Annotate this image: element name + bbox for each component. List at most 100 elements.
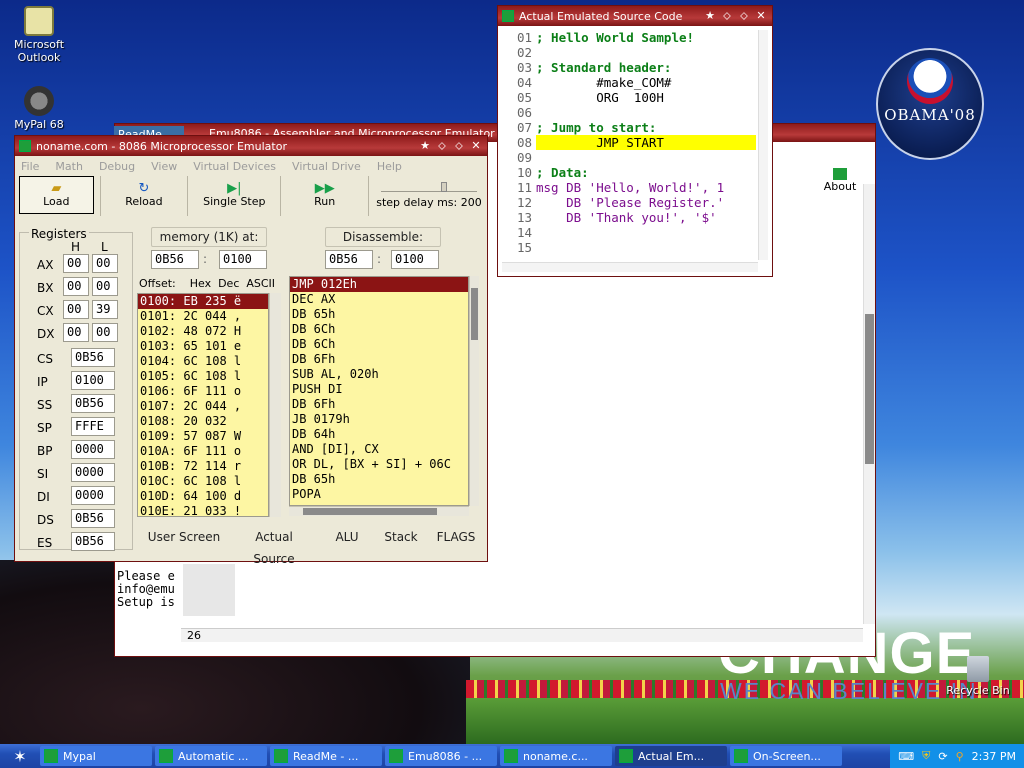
register-es-field[interactable]: 0B56	[71, 532, 115, 551]
close-icon[interactable]: ✕	[469, 139, 483, 153]
register-ss-field[interactable]: 0B56	[71, 394, 115, 413]
minimize-icon[interactable]: ⬦	[720, 9, 734, 23]
disassembly-row[interactable]: JB 0179h	[290, 412, 468, 427]
memory-row[interactable]: 010A: 6F 111 o	[138, 444, 268, 459]
disassembly-list[interactable]: JMP 012Eh DEC AX DB 65h DB 6Ch DB 6Ch DB 6Fh S…	[289, 276, 469, 506]
pin-icon[interactable]: ★	[703, 9, 717, 23]
reload-button[interactable]: ↻ Reload	[107, 176, 182, 214]
load-button[interactable]: ▰ Load	[19, 176, 94, 214]
register-bh-field[interactable]: 00	[63, 277, 89, 296]
minimize-icon[interactable]: ⬦	[435, 139, 449, 153]
register-ip-field[interactable]: 0100	[71, 371, 115, 390]
disassembly-row[interactable]: PUSH DI	[290, 382, 468, 397]
close-icon[interactable]: ✕	[754, 9, 768, 23]
emulator-titlebar[interactable]: noname.com - 8086 Microprocessor Emulato…	[15, 136, 487, 156]
security-shield-icon[interactable]: ⛨	[922, 749, 930, 763]
disassembly-row[interactable]: DB 64h	[290, 427, 468, 442]
memory-segment-input[interactable]: 0B56	[151, 250, 199, 269]
memory-row[interactable]: 010E: 21 033 !	[138, 504, 268, 516]
step-delay-slider[interactable]	[380, 180, 478, 192]
menu-math[interactable]: Math	[55, 160, 83, 173]
memory-row[interactable]: 0107: 2C 044 ,	[138, 399, 268, 414]
memory-row[interactable]: 010D: 64 100 d	[138, 489, 268, 504]
alu-button[interactable]: ALU	[327, 526, 367, 550]
user-screen-button[interactable]: User Screen	[147, 526, 221, 550]
disassembly-hscrollbar[interactable]	[289, 506, 469, 516]
network-icon[interactable]: ⟳	[938, 750, 947, 763]
register-al-field[interactable]: 00	[92, 254, 118, 273]
register-sp-field[interactable]: FFFE	[71, 417, 115, 436]
search-icon[interactable]: ⚲	[956, 750, 964, 763]
start-button[interactable]: ✶	[0, 744, 40, 768]
menu-debug[interactable]: Debug	[99, 160, 135, 173]
register-ch-field[interactable]: 00	[63, 300, 89, 319]
disassembly-row[interactable]: AND [DI], CX	[290, 442, 468, 457]
disassembly-row[interactable]: DB 6Fh	[290, 352, 468, 367]
single-step-button[interactable]: ▶| Single Step	[194, 176, 274, 214]
disassembly-row[interactable]: OR DL, [BX + SI] + 06C	[290, 457, 468, 472]
source-titlebar[interactable]: Actual Emulated Source Code ★ ⬦ ⬦ ✕	[498, 6, 772, 26]
flags-button[interactable]: FLAGS	[433, 526, 479, 550]
register-ds-field[interactable]: 0B56	[71, 509, 115, 528]
menu-view[interactable]: View	[151, 160, 177, 173]
memory-row[interactable]: 0104: 6C 108 l	[138, 354, 268, 369]
slider-thumb[interactable]	[440, 182, 447, 192]
memory-offset-input[interactable]: 0100	[219, 250, 267, 269]
stack-button[interactable]: Stack	[379, 526, 423, 550]
disasm-offset-input[interactable]: 0100	[391, 250, 439, 269]
keyboard-icon[interactable]: ⌨	[898, 750, 914, 763]
disassembly-row[interactable]: POPA	[290, 487, 468, 502]
memory-scrollbar[interactable]	[269, 293, 281, 517]
menu-help[interactable]: Help	[377, 160, 402, 173]
taskbar-item[interactable]: On-Screen...	[730, 746, 842, 766]
taskbar-item[interactable]: Mypal	[40, 746, 152, 766]
register-si-field[interactable]: 0000	[71, 463, 115, 482]
disassembly-row[interactable]: SUB AL, 020h	[290, 367, 468, 382]
desktop-icon-recycle-bin[interactable]: Recycle Bin	[940, 656, 1016, 697]
hscroll-thumb[interactable]	[303, 508, 437, 515]
memory-row[interactable]: 0101: 2C 044 ,	[138, 309, 268, 324]
source-code-view[interactable]: 01 ; Hello World Sample! 02 03 ; Standard he…	[502, 30, 756, 262]
about-button[interactable]: About	[815, 168, 865, 193]
step-delay-control[interactable]: step delay ms: 200	[375, 176, 483, 216]
menu-virtual-devices[interactable]: Virtual Devices	[193, 160, 276, 173]
taskbar-item[interactable]: Emu8086 - ...	[385, 746, 497, 766]
register-dh-field[interactable]: 00	[63, 323, 89, 342]
taskbar-item[interactable]: Automatic ...	[155, 746, 267, 766]
disassembly-row[interactable]: DB 6Fh	[290, 397, 468, 412]
register-cs-field[interactable]: 0B56	[71, 348, 115, 367]
memory-row[interactable]: 0103: 65 101 e	[138, 339, 268, 354]
source-vscrollbar[interactable]	[758, 30, 768, 260]
memory-row[interactable]: 010B: 72 114 r	[138, 459, 268, 474]
register-dl-field[interactable]: 00	[92, 323, 118, 342]
disassembly-scrollbar[interactable]	[469, 276, 479, 506]
disassembly-row[interactable]: DB 65h	[290, 472, 468, 487]
disassembly-row[interactable]: JMP 012Eh	[290, 277, 468, 292]
run-button[interactable]: ▶▶ Run	[287, 176, 362, 214]
memory-row[interactable]: 0108: 20 032	[138, 414, 268, 429]
actual-source-button[interactable]: Actual Source	[233, 526, 315, 566]
taskbar-item[interactable]: ReadMe - ...	[270, 746, 382, 766]
desktop-icon-mypal[interactable]: MyPal 68	[4, 86, 74, 131]
desktop-icon-outlook[interactable]: Microsoft Outlook	[4, 6, 74, 64]
memory-row[interactable]: 0100: EB 235 ë	[138, 294, 268, 309]
memory-list[interactable]: 0100: EB 235 ë 0101: 2C 044 , 0102: 48 072…	[137, 293, 269, 517]
maximize-icon[interactable]: ⬦	[452, 139, 466, 153]
taskbar-item[interactable]: noname.c...	[500, 746, 612, 766]
pin-icon[interactable]: ★	[418, 139, 432, 153]
memory-row[interactable]: 0102: 48 072 H	[138, 324, 268, 339]
maximize-icon[interactable]: ⬦	[737, 9, 751, 23]
disassembly-row[interactable]: DB 6Ch	[290, 322, 468, 337]
register-bp-field[interactable]: 0000	[71, 440, 115, 459]
editor-scroll-thumb[interactable]	[865, 314, 874, 464]
disasm-segment-input[interactable]: 0B56	[325, 250, 373, 269]
register-ah-field[interactable]: 00	[63, 254, 89, 273]
register-bl-field[interactable]: 00	[92, 277, 118, 296]
disassembly-scroll-thumb[interactable]	[471, 288, 478, 340]
menu-file[interactable]: File	[21, 160, 39, 173]
taskbar-item[interactable]: Actual Em...	[615, 746, 727, 766]
disassembly-row[interactable]: DEC AX	[290, 292, 468, 307]
source-hscrollbar[interactable]	[502, 262, 758, 272]
memory-row[interactable]: 010C: 6C 108 l	[138, 474, 268, 489]
register-cl-field[interactable]: 39	[92, 300, 118, 319]
